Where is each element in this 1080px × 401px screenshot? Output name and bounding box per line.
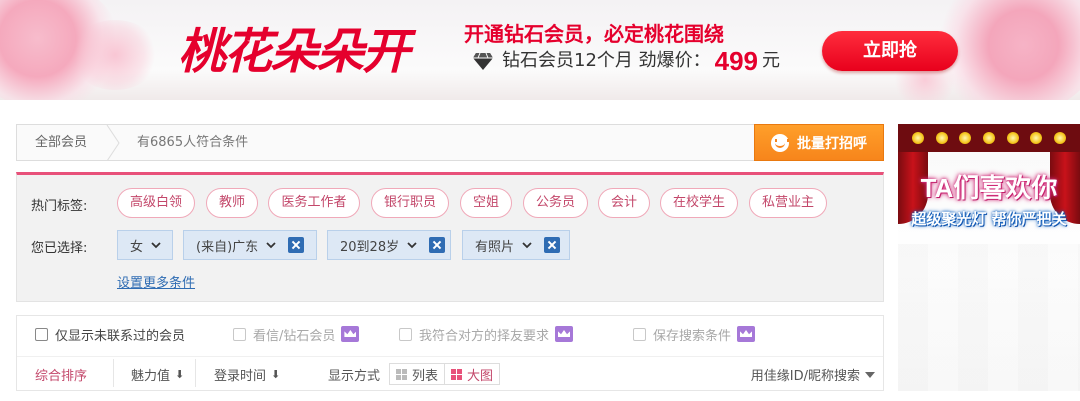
display-mode-label: 显示方式	[328, 369, 381, 384]
selected-filter-age[interactable]: 20到28岁	[327, 230, 451, 260]
light-bulb-icon	[935, 132, 948, 144]
smile-icon	[771, 133, 789, 152]
light-bulb-icon	[1006, 132, 1019, 144]
price-unit: 元	[762, 50, 781, 71]
banner-slogan: 开通钻石会员，必定桃花围绕	[464, 22, 724, 46]
chevron-down-icon[interactable]	[266, 240, 276, 250]
divider	[113, 359, 114, 387]
buy-now-button[interactable]: 立即抢	[822, 31, 958, 71]
hot-tag[interactable]: 教师	[206, 188, 258, 218]
list-icon	[396, 368, 407, 380]
ad-headline: TA们喜欢你	[920, 173, 1058, 203]
hot-tag[interactable]: 私营业主	[749, 188, 827, 218]
only-uncontacted-checkbox[interactable]: 仅显示未联系过的会员	[35, 325, 186, 344]
chevron-down-icon[interactable]	[522, 240, 532, 250]
sort-comprehensive[interactable]: 综合排序	[35, 365, 87, 384]
big-image-view-button[interactable]: 大图	[444, 364, 499, 384]
remove-filter-icon[interactable]	[288, 237, 305, 253]
crown-icon	[555, 326, 574, 342]
remove-filter-icon[interactable]	[429, 237, 446, 253]
brand-logo: 桃花朵朵开	[178, 24, 410, 80]
hot-tag[interactable]: 公务员	[523, 188, 588, 218]
selected-filter-gender[interactable]: 女	[117, 230, 173, 260]
checkbox-label: 保存搜索条件	[653, 328, 732, 344]
sort-login-time[interactable]: 登录时间 ⬇	[214, 365, 280, 384]
divider	[195, 359, 196, 387]
light-bulb-icon	[1030, 132, 1043, 144]
light-bulb-icon	[959, 132, 972, 144]
checkbox-label: 看信/钻石会员	[253, 328, 336, 344]
sort-login-label: 登录时间	[214, 369, 267, 384]
chevron-down-icon[interactable]	[407, 240, 417, 250]
light-bulb-icon	[1054, 132, 1067, 144]
chevron-down-icon[interactable]	[151, 240, 161, 250]
id-search-dropdown[interactable]: 用佳缘ID/昵称搜索	[751, 365, 875, 384]
batch-greet-label: 批量打招呼	[797, 135, 867, 152]
grid-icon	[451, 368, 463, 380]
side-ad-spotlight[interactable]: TA们喜欢你 超级聚光灯 帮你严把关	[898, 124, 1080, 391]
crown-icon	[737, 326, 756, 342]
list-view-label: 列表	[412, 368, 439, 384]
filter-panel: 热门标签: 高级白领 教师 医务工作者 银行职员 空姐 公务员 会计 在校学生 …	[16, 172, 884, 302]
list-view-button[interactable]: 列表	[390, 364, 444, 384]
arrow-down-icon: ⬇	[271, 368, 281, 381]
banner-offer: 钻石会员12个月 劲爆价： 499 元	[472, 46, 780, 76]
checkbox-label: 我符合对方的择友要求	[419, 328, 550, 344]
view-letters-checkbox[interactable]: 看信/钻石会员	[233, 325, 360, 344]
diamond-icon	[473, 52, 493, 70]
checkbox-box[interactable]	[399, 327, 412, 341]
breadcrumb: 全部会员 有6865人符合条件 批量打招呼	[16, 124, 884, 161]
checkbox-label: 仅显示未联系过的会员	[55, 328, 186, 344]
id-search-label: 用佳缘ID/昵称搜索	[750, 369, 860, 384]
save-search-checkbox[interactable]: 保存搜索条件	[633, 325, 756, 344]
matches-requirements-checkbox[interactable]: 我符合对方的择友要求	[399, 325, 574, 344]
hot-tag[interactable]: 银行职员	[371, 188, 449, 218]
sort-charm-label: 魅力值	[131, 369, 171, 384]
breadcrumb-all-members[interactable]: 全部会员	[35, 125, 87, 161]
arrow-down-icon: ⬇	[175, 368, 185, 381]
caret-down-icon	[865, 371, 875, 378]
breadcrumb-separator-icon	[106, 125, 120, 161]
selected-label: 您已选择:	[31, 241, 88, 256]
hot-tag[interactable]: 会计	[598, 188, 650, 218]
ad-background	[898, 244, 1080, 391]
checkbox-box[interactable]	[233, 327, 246, 341]
sort-charm[interactable]: 魅力值 ⬇	[131, 365, 184, 384]
more-conditions-link[interactable]: 设置更多条件	[117, 272, 195, 291]
hot-tag[interactable]: 医务工作者	[268, 188, 360, 218]
view-toggle: 列表 大图	[389, 363, 501, 385]
top-banner-ad[interactable]: 桃花朵朵开 开通钻石会员，必定桃花围绕 钻石会员12个月 劲爆价： 499 元 …	[0, 0, 1080, 100]
blossom-decoration	[70, 20, 160, 90]
big-image-view-label: 大图	[467, 368, 494, 384]
offer-price: 499	[714, 46, 759, 76]
checkbox-box[interactable]	[35, 327, 48, 341]
light-bulb-icon	[911, 132, 924, 144]
result-count: 有6865人符合条件	[137, 135, 249, 150]
options-bar: 仅显示未联系过的会员 看信/钻石会员 我符合对方的择友要求 保存搜索条件 综合排…	[16, 315, 884, 391]
selected-filter-photo[interactable]: 有照片	[462, 230, 570, 260]
offer-text: 钻石会员12个月 劲爆价：	[502, 50, 711, 71]
chip-label: 有照片	[475, 239, 515, 255]
hot-tag[interactable]: 在校学生	[660, 188, 738, 218]
hot-tag[interactable]: 高级白领	[117, 188, 195, 218]
chip-label: 女	[130, 239, 144, 255]
chip-label: 20到28岁	[340, 239, 400, 255]
selected-filter-location[interactable]: (来自)广东	[183, 230, 317, 260]
hot-tag[interactable]: 空姐	[460, 188, 512, 218]
crown-icon	[341, 326, 360, 342]
stage-lights	[898, 124, 1080, 152]
hot-tags-label: 热门标签:	[31, 199, 88, 214]
ad-subline: 超级聚光灯 帮你严把关	[911, 210, 1067, 228]
batch-greet-button[interactable]: 批量打招呼	[754, 124, 884, 161]
sort-row: 综合排序 魅力值 ⬇ 登录时间 ⬇ 显示方式 列表 大图 用佳缘ID/昵称搜索	[17, 356, 883, 390]
chip-label: (来自)广东	[196, 239, 259, 255]
light-bulb-icon	[982, 132, 995, 144]
remove-filter-icon[interactable]	[544, 237, 561, 253]
checkbox-box[interactable]	[633, 327, 646, 341]
